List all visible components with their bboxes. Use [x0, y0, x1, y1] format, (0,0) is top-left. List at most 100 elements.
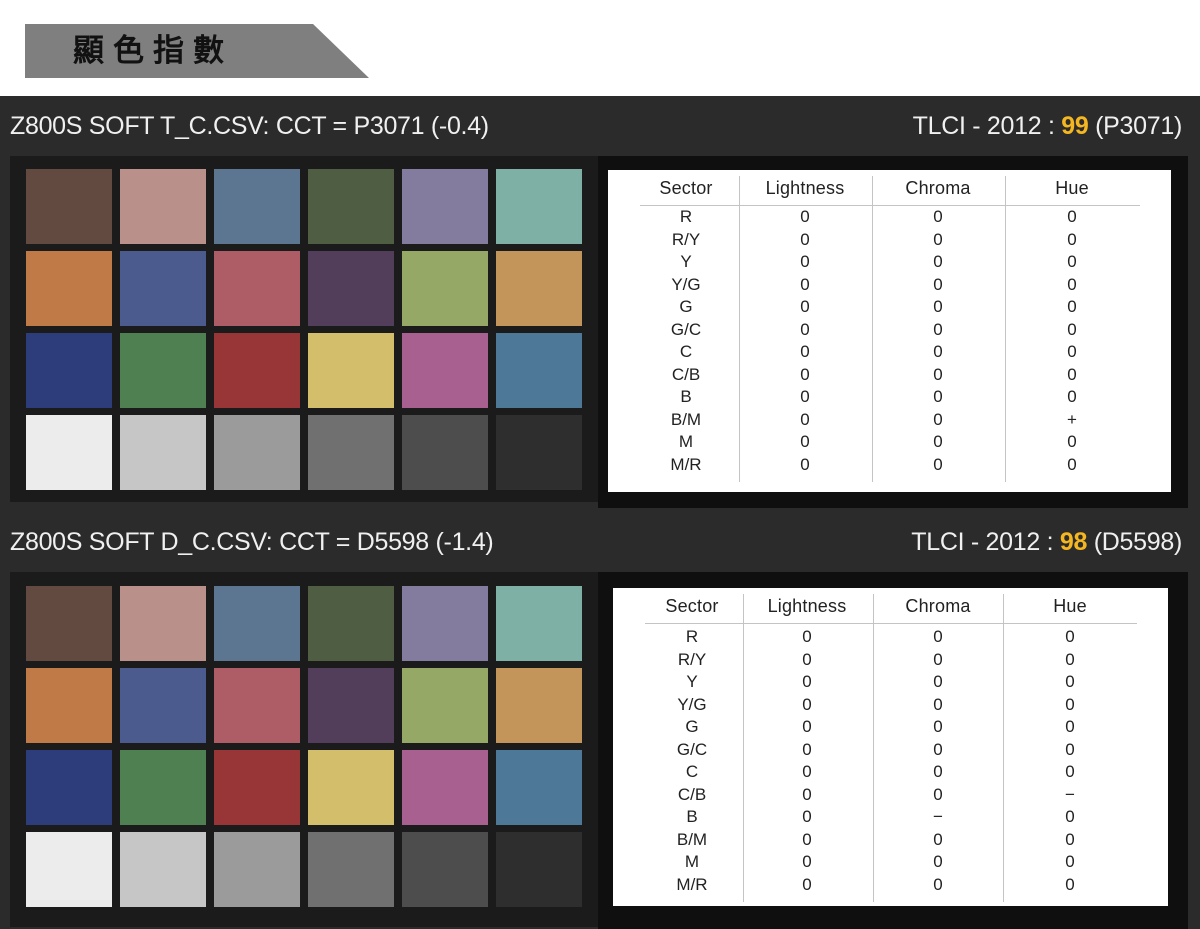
table-cell: 0 — [800, 274, 810, 294]
table-cell: 0 — [1065, 739, 1075, 759]
color-patch — [402, 750, 488, 825]
table-cell: 0 — [933, 229, 943, 249]
column-header: Chroma — [905, 596, 971, 616]
table-cell: 0 — [802, 874, 812, 894]
column-divider — [873, 594, 874, 902]
tlci-score: 98 — [1059, 528, 1088, 556]
column-divider — [872, 176, 873, 482]
color-patch — [308, 333, 394, 408]
color-patch — [308, 832, 394, 907]
table-cell: 0 — [802, 649, 812, 669]
table-cell: 0 — [802, 852, 812, 871]
color-patch — [496, 169, 582, 244]
table-cell: − — [933, 807, 943, 826]
table-cell: 0 — [802, 717, 812, 736]
section-banner: 顯色指數 — [25, 24, 369, 78]
table-cell: 0 — [800, 207, 810, 226]
table-cell: 0 — [933, 387, 943, 406]
table-cell: 0 — [800, 454, 810, 474]
table-column: 0 0 0 0 0 0 0 0 − 0 0 0 — [898, 626, 978, 896]
table-cell: 0 — [933, 784, 943, 804]
color-patch — [214, 750, 300, 825]
color-patch — [120, 415, 206, 490]
color-patch — [214, 832, 300, 907]
table-cell: 0 — [933, 627, 943, 646]
color-patch — [214, 415, 300, 490]
color-patch — [120, 333, 206, 408]
color-patch — [26, 251, 112, 326]
table-cell: 0 — [1065, 627, 1075, 646]
banner-title: 顯色指數 — [73, 33, 233, 69]
table-cell: 0 — [933, 252, 943, 271]
color-patch — [120, 668, 206, 743]
table-cell: 0 — [802, 694, 812, 714]
table-cell: C — [685, 762, 699, 781]
table-cell: 0 — [1065, 717, 1075, 736]
table-cell: 0 — [1067, 387, 1077, 406]
table-cell: Y — [680, 252, 692, 271]
color-patch — [308, 169, 394, 244]
table-cell: 0 — [1067, 319, 1077, 339]
table-cell: 0 — [1065, 807, 1075, 826]
table-cell: Y/G — [671, 274, 701, 294]
color-patch — [402, 169, 488, 244]
tlci-reference: (P3071) — [1088, 112, 1182, 140]
column-header: Sector — [659, 178, 713, 198]
result-section-2: Z800S SOFT D_C.CSV: CCT = D5598 (-1.4) T… — [0, 508, 1200, 929]
tlci-label: TLCI - 2012 : — [911, 528, 1060, 556]
table-cell: 0 — [800, 387, 810, 406]
table-cell: 0 — [800, 432, 810, 451]
color-patch — [214, 169, 300, 244]
color-patch — [496, 415, 582, 490]
results-table: Sector Lightness Chroma Hue R R/Y Y Y/G G G/C C C/B… — [608, 170, 1171, 492]
table-cell: 0 — [933, 762, 943, 781]
table-cell: R — [679, 207, 693, 226]
table-cell: 0 — [802, 762, 812, 781]
table-cell: 0 — [1067, 252, 1077, 271]
color-patch — [214, 333, 300, 408]
table-cell: M — [678, 432, 694, 451]
table-cell: 0 — [933, 342, 943, 361]
tlci-reference: (D5598) — [1087, 528, 1183, 556]
color-patch — [402, 832, 488, 907]
color-patch — [496, 586, 582, 661]
color-patch — [308, 415, 394, 490]
table-cell: 0 — [1065, 762, 1075, 781]
table-cell: 0 — [1065, 852, 1075, 871]
table-cell: 0 — [802, 807, 812, 826]
table-column: 0 0 0 0 0 0 0 − 0 0 0 0 — [1030, 626, 1110, 896]
table-cell: 0 — [933, 364, 943, 384]
table-cell: 0 — [800, 409, 810, 429]
table-cell: B — [686, 807, 698, 826]
table-cell: 0 — [933, 874, 943, 894]
table-cell: 0 — [802, 784, 812, 804]
table-column: 0 0 0 0 0 0 0 0 0 +0 0 — [1032, 206, 1112, 476]
tlci-score: 99 — [1061, 112, 1089, 140]
color-patch — [402, 333, 488, 408]
color-patch — [308, 668, 394, 743]
color-patch — [308, 750, 394, 825]
color-patch — [26, 668, 112, 743]
color-checker — [26, 586, 582, 907]
table-cell: Y/G — [677, 694, 707, 714]
table-cell: R — [685, 627, 699, 646]
color-patch — [496, 750, 582, 825]
color-patch — [214, 586, 300, 661]
table-cell: 0 — [800, 252, 810, 271]
table-cell: 0 — [1067, 364, 1077, 384]
table-cell: 0 — [933, 672, 943, 691]
table-cell: 0 — [802, 672, 812, 691]
table-cell: − — [1065, 784, 1075, 804]
color-patch — [308, 586, 394, 661]
table-cell: 0 — [933, 829, 943, 849]
table-cell: 0 — [1067, 432, 1077, 451]
table-cell: G — [679, 297, 693, 316]
table-cell: C/B — [671, 364, 701, 384]
table-cell: M — [684, 852, 700, 871]
result-section-1: Z800S SOFT T_C.CSV: CCT = P3071 (-0.4) T… — [0, 96, 1200, 508]
column-header: Lightness — [767, 596, 847, 616]
table-cell: 0 — [933, 649, 943, 669]
color-patch — [120, 832, 206, 907]
tlci-readout: TLCI - 2012 : 98 (D5598) — [911, 528, 1182, 557]
table-cell: 0 — [933, 207, 943, 226]
